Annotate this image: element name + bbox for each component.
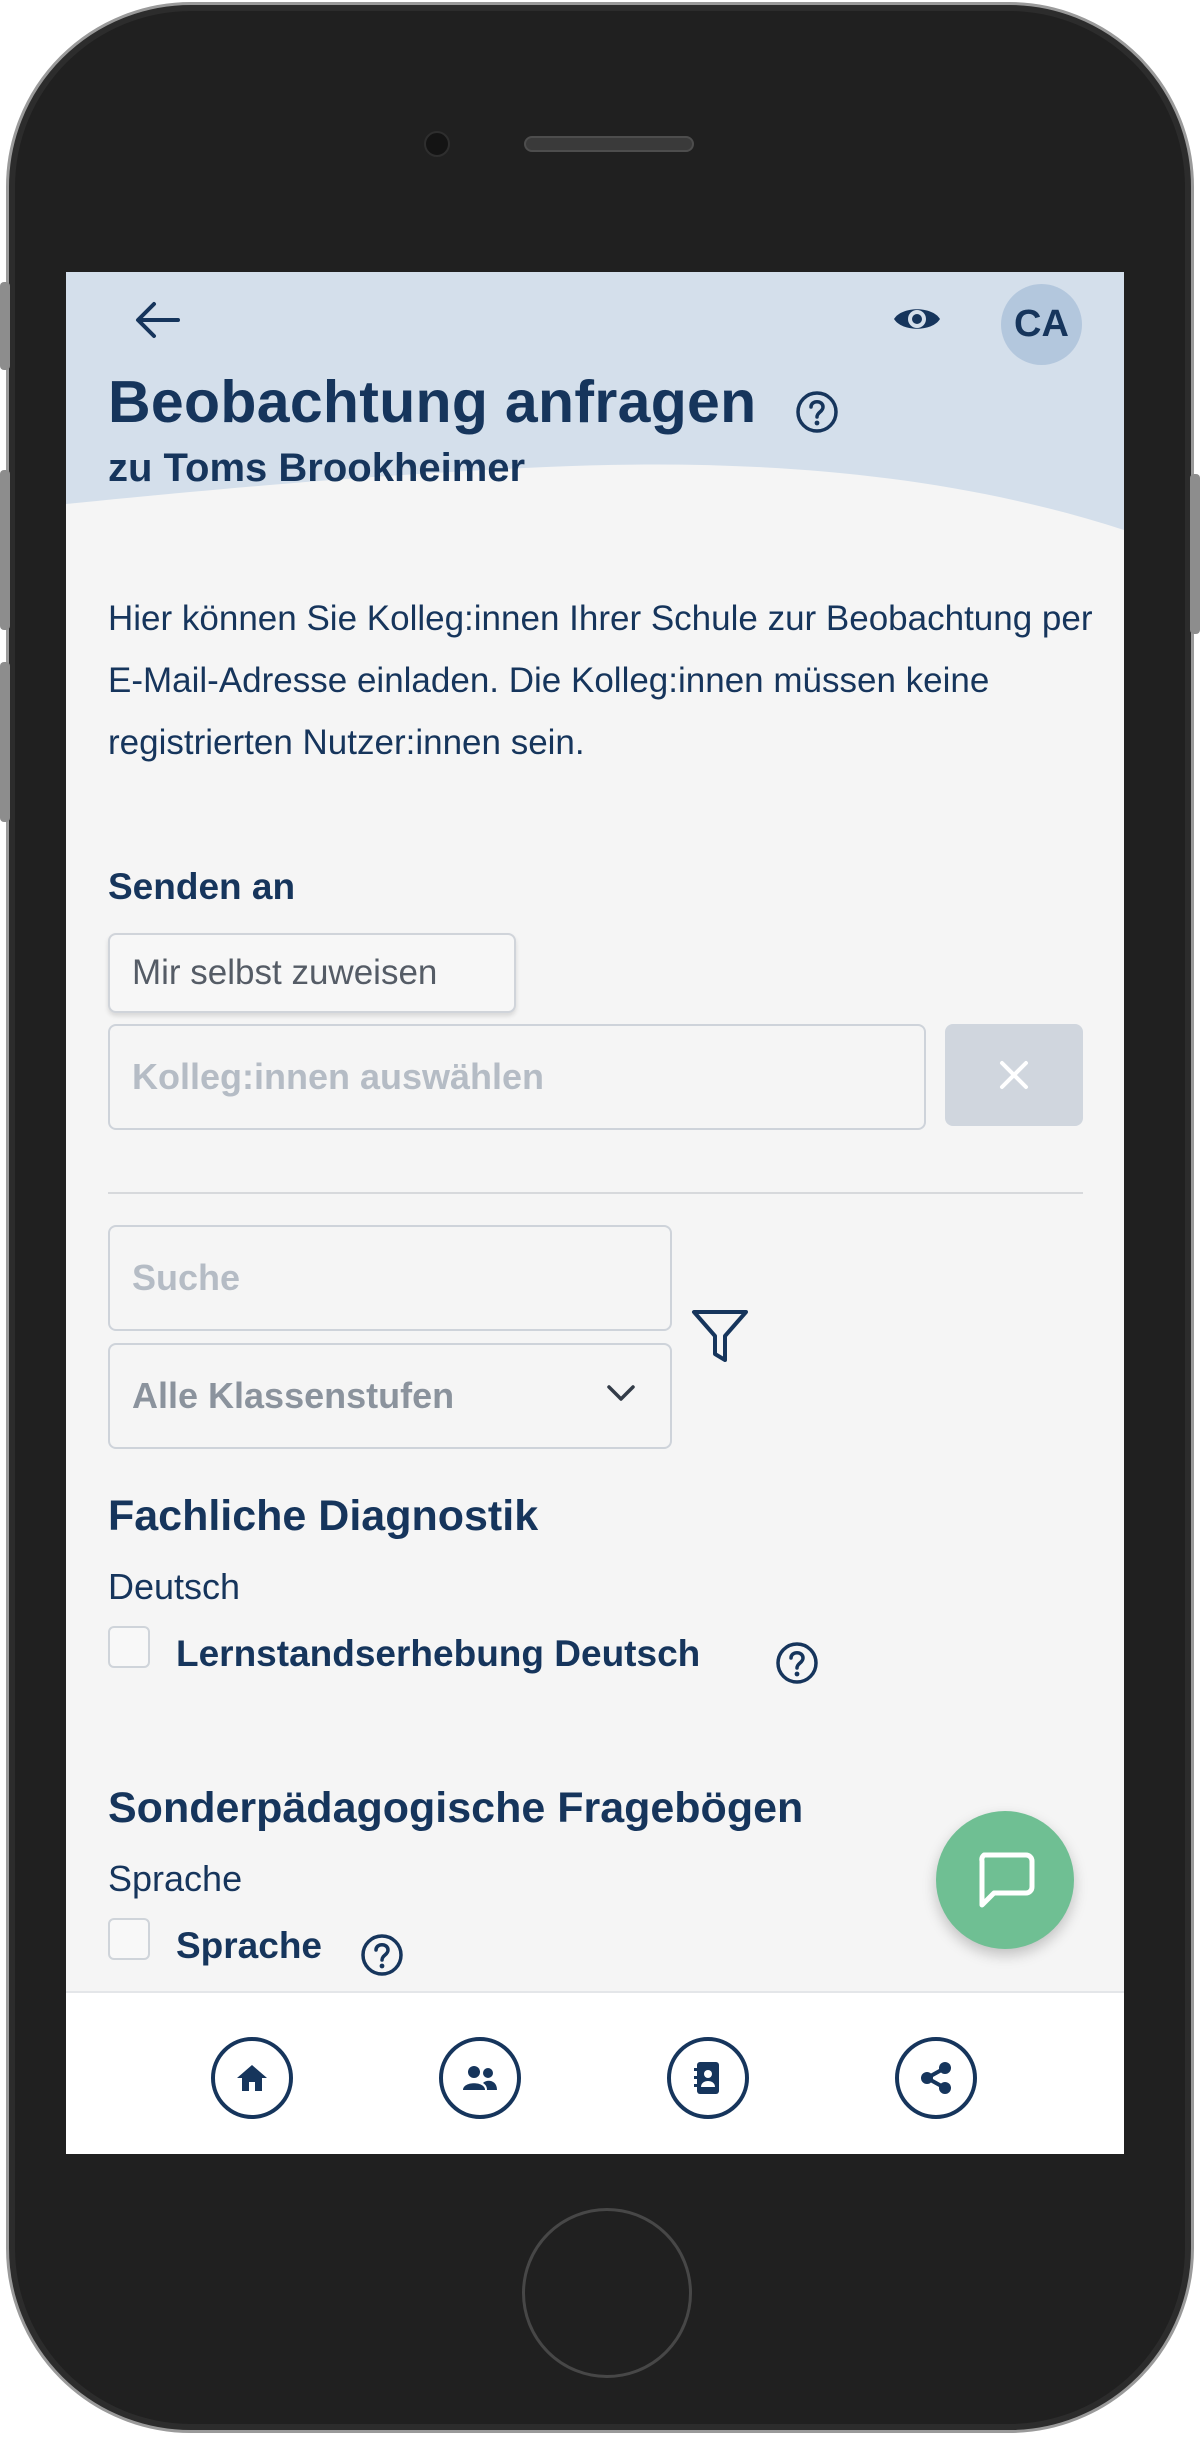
checkbox-label-sprache[interactable]: Sprache xyxy=(176,1925,322,1967)
help-icon[interactable] xyxy=(775,1641,819,1685)
earpiece-speaker xyxy=(524,136,694,152)
intro-text: Hier können Sie Kolleg:innen Ihrer Schul… xyxy=(108,599,1093,762)
subsection-sprache: Sprache xyxy=(108,1858,243,1899)
share-icon xyxy=(921,2062,951,2094)
back-arrow-icon[interactable] xyxy=(134,300,182,340)
checkbox-label-lernstandserhebung-deutsch[interactable]: Lernstandserhebung Deutsch xyxy=(176,1633,700,1675)
power-button xyxy=(1190,474,1200,634)
home-icon xyxy=(237,2065,267,2091)
colleagues-select-input[interactable] xyxy=(108,1024,926,1130)
chat-button[interactable] xyxy=(936,1811,1074,1949)
front-camera xyxy=(424,131,450,157)
nav-address-book-button[interactable] xyxy=(667,2037,749,2119)
section-title-fachliche-diagnostik: Fachliche Diagnostik xyxy=(108,1492,539,1540)
send-to-label: Senden an xyxy=(108,866,296,907)
subsection-deutsch: Deutsch xyxy=(108,1566,241,1607)
filter-icon[interactable] xyxy=(690,1308,750,1366)
grade-level-select[interactable]: Alle Klassenstufen xyxy=(108,1343,672,1449)
chat-bubble-icon xyxy=(979,1852,1035,1908)
page-title: Beobachtung anfragen xyxy=(108,369,757,435)
page-subtitle: zu Toms Brookheimer xyxy=(108,446,526,490)
grade-level-selected-value: Alle Klassenstufen xyxy=(132,1375,455,1416)
avatar[interactable]: CA xyxy=(1001,284,1082,365)
checkbox-lernstandserhebung-deutsch[interactable] xyxy=(108,1626,150,1668)
chevron-down-icon xyxy=(607,1385,635,1401)
help-icon[interactable] xyxy=(360,1933,404,1977)
close-icon xyxy=(1000,1061,1028,1089)
volume-up-button xyxy=(0,470,10,630)
mute-switch xyxy=(0,282,10,370)
clear-selection-button[interactable] xyxy=(945,1024,1083,1126)
help-icon[interactable] xyxy=(795,390,839,434)
divider xyxy=(108,1192,1083,1194)
section-title-sonderpaedagogische-frageboegen: Sonderpädagogische Fragebögen xyxy=(108,1784,804,1832)
nav-home-button[interactable] xyxy=(211,2037,293,2119)
nav-share-button[interactable] xyxy=(895,2037,977,2119)
nav-users-button[interactable] xyxy=(439,2037,521,2119)
checkbox-sprache[interactable] xyxy=(108,1918,150,1960)
assign-self-button[interactable]: Mir selbst zuweisen xyxy=(108,933,516,1013)
address-book-icon xyxy=(694,2062,719,2094)
home-hardware-button[interactable] xyxy=(522,2208,692,2378)
search-input[interactable] xyxy=(108,1225,672,1331)
volume-down-button xyxy=(0,662,10,822)
app-screen: CA Beobachtung anfragen zu Toms Brookhei… xyxy=(66,272,1124,2154)
bottom-navigation xyxy=(66,1991,1124,2154)
users-icon xyxy=(463,2066,497,2090)
eye-icon[interactable] xyxy=(892,300,942,338)
